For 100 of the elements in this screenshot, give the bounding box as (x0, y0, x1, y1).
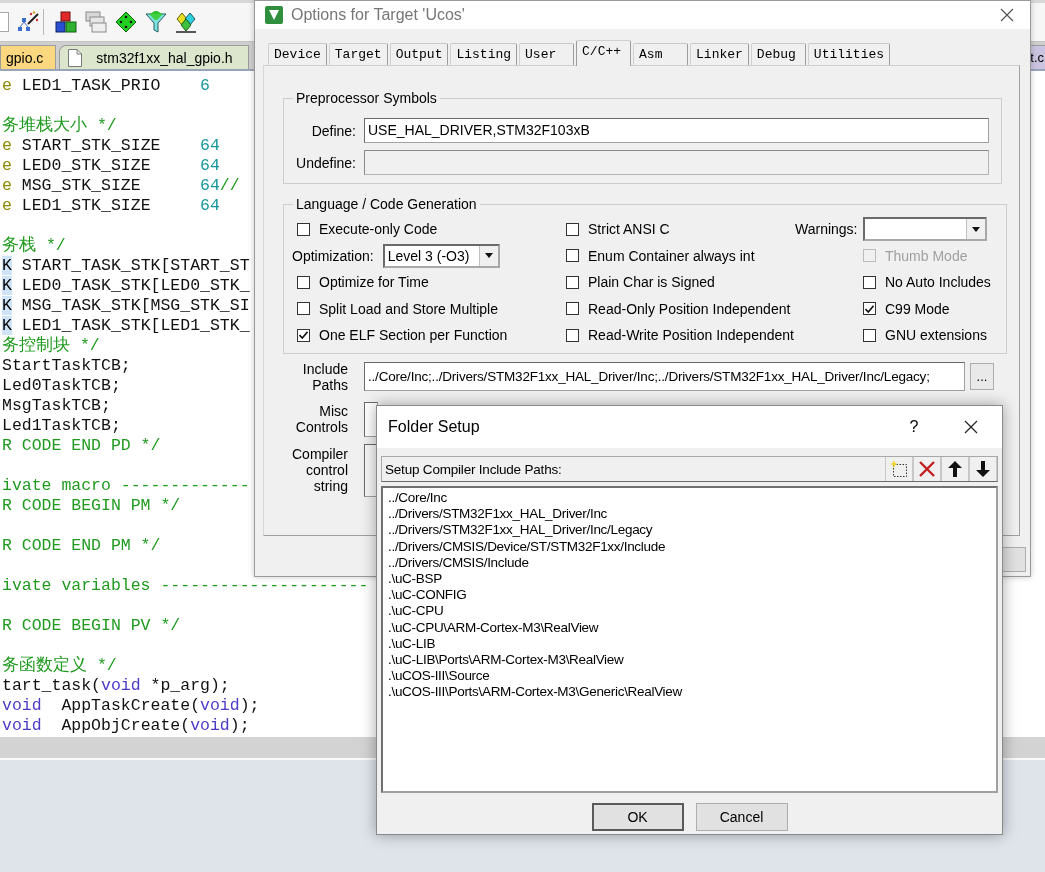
field-label: Undefine: (295, 154, 356, 171)
tab[interactable]: Debug (750, 43, 806, 65)
code-line: K LED1_TASK_STK[LED1_STK_ (2, 316, 250, 336)
field-label: Optimization: (292, 247, 374, 264)
code-line: e LED0_STK_SIZE 64 (2, 156, 220, 176)
checkbox[interactable] (566, 222, 579, 236)
dotted-box-icon (890, 460, 908, 478)
list-item[interactable]: .\uC-CONFIG (388, 587, 467, 604)
code-line: ivate variables --------------------- (2, 576, 369, 596)
move-up-button[interactable] (941, 457, 969, 481)
checkbox-label: No Auto Includes (885, 274, 991, 291)
checkbox[interactable] (863, 275, 876, 289)
dialog-button[interactable]: Cancel (695, 803, 788, 831)
tab[interactable]: Linker (690, 43, 749, 65)
code-line: R CODE END PM */ (2, 536, 161, 556)
code-line: K MSG_TASK_STK[MSG_STK_SI (2, 296, 250, 316)
up-arrow-icon (948, 461, 962, 477)
checkbox-label: Read-Write Position Independent (588, 327, 794, 344)
checkbox-label: Plain Char is Signed (588, 274, 715, 291)
code-line: Led1TaskTCB; (2, 416, 121, 436)
window-title: Folder Setup (388, 418, 480, 436)
field-label: Include Paths (301, 360, 348, 393)
code-line: Led0TaskTCB; (2, 376, 121, 396)
checkbox-label: Read-Only Position Independent (588, 300, 791, 317)
code-line: e LED1_TASK_PRIO 6 (2, 76, 210, 96)
field-label: Warnings: (795, 221, 855, 238)
tab[interactable]: User (519, 43, 575, 65)
stacked-blocks-icon[interactable] (55, 11, 77, 33)
list-item[interactable]: .\uC-LIB (388, 635, 436, 652)
tab[interactable]: Device (268, 43, 327, 65)
text-field[interactable]: USE_HAL_DRIVER,STM32F103xB (364, 118, 989, 143)
diamonds-icon[interactable] (175, 11, 197, 33)
file-tab[interactable]: stm32f1xx_hal_gpio.h (59, 45, 249, 69)
help-button[interactable]: ? (891, 407, 937, 447)
checkbox[interactable] (566, 275, 579, 289)
tab[interactable]: Target (328, 43, 388, 65)
code-line: StartTaskTCB; (2, 356, 131, 376)
checkbox-label: Strict ANSI C (588, 221, 670, 238)
down-arrow-icon (976, 461, 990, 477)
file-icon (68, 48, 83, 67)
checkbox[interactable] (566, 249, 579, 263)
code-line: R CODE BEGIN PM */ (2, 496, 181, 516)
checkbox[interactable] (863, 302, 876, 316)
code-line: K START_TASK_STK[START_ST (2, 256, 250, 276)
delete-button[interactable] (913, 457, 941, 481)
code-line: e MSG_STK_SIZE 64// (2, 176, 240, 196)
checkbox[interactable] (297, 222, 310, 236)
tab[interactable]: C/C++ (576, 40, 632, 66)
checkbox-label: Enum Container always int (588, 247, 755, 264)
checkmark-icon (299, 331, 308, 340)
checkbox[interactable] (297, 302, 310, 316)
code-line: tart_task(void *p_arg); (2, 676, 230, 696)
dropdown-field[interactable] (0, 12, 9, 32)
magic-wand-icon[interactable] (17, 11, 39, 33)
add-button[interactable] (885, 457, 913, 481)
dropdown[interactable] (863, 217, 987, 242)
list-item[interactable]: ../Core/Inc (388, 490, 447, 507)
list-item[interactable]: .\uC-CPU (388, 603, 444, 620)
field-label: Define: (310, 122, 356, 139)
checkbox[interactable] (566, 328, 579, 342)
list-item[interactable]: ../Drivers/STM32F1xx_HAL_Driver/Inc (388, 506, 608, 523)
field-label: Misc Controls (294, 403, 348, 435)
checkbox[interactable] (863, 328, 876, 342)
checkbox[interactable] (566, 302, 579, 316)
list-item[interactable]: .\uC-LIB\Ports\ARM-Cortex-M3\RealView (388, 651, 624, 669)
move-down-button[interactable] (969, 457, 997, 481)
diamond-icon[interactable] (115, 11, 137, 33)
code-line: R CODE END PD */ (2, 436, 161, 456)
list-item[interactable]: .\uC-CPU\ARM-Cortex-M3\RealView (388, 619, 599, 636)
checkbox[interactable] (297, 328, 310, 342)
dialog-button[interactable] (1002, 547, 1026, 572)
checkmark-icon (865, 304, 874, 313)
checkbox[interactable] (297, 275, 310, 289)
list-item[interactable]: .\uCOS-III\Ports\ARM-Cortex-M3\Generic\RealView (388, 684, 682, 701)
close-icon (1000, 8, 1014, 22)
code-line: void AppTaskCreate(void); (2, 696, 260, 716)
code-line: R CODE BEGIN PV */ (2, 616, 181, 636)
group-title: Preprocessor Symbols (295, 90, 438, 106)
group-title: Language / Code Generation (295, 196, 478, 212)
list-item[interactable]: ../Drivers/STM32F1xx_HAL_Driver/Inc/Legacy (388, 522, 653, 539)
dropdown[interactable]: Level 3 (-O3) (382, 243, 500, 268)
caret-icon (484, 253, 493, 259)
tab[interactable]: Output (389, 43, 449, 65)
window-title: Options for Target 'Ucos' (291, 6, 465, 24)
browse-button[interactable]: ... (970, 363, 994, 390)
list-item[interactable]: ../Drivers/CMSIS/Device/ST/STM32F1xx/Include (388, 538, 666, 555)
tab[interactable]: Asm (633, 43, 689, 65)
checkbox-label: Optimize for Time (319, 274, 429, 291)
tab[interactable]: Utilities (807, 43, 891, 65)
dialog-button[interactable]: OK (591, 803, 684, 831)
funnel-icon[interactable] (145, 11, 167, 33)
list-item[interactable]: ../Drivers/CMSIS/Include (388, 554, 529, 571)
code-line: K LED0_TASK_STK[LED0_STK_ (2, 276, 250, 296)
close-icon (964, 420, 978, 434)
list-item[interactable]: .\uCOS-III\Source (388, 668, 490, 685)
text-field[interactable]: ../Core/Inc;../Drivers/STM32F1xx_HAL_Driver/Inc;../Drivers/STM32F1xx_HAL_Driver/Inc/Legacy; (364, 362, 965, 391)
file-tab[interactable]: gpio.c (0, 45, 57, 69)
tab[interactable]: Listing (450, 43, 518, 65)
delete-icon (919, 461, 935, 477)
list-item[interactable]: .\uC-BSP (388, 570, 442, 588)
